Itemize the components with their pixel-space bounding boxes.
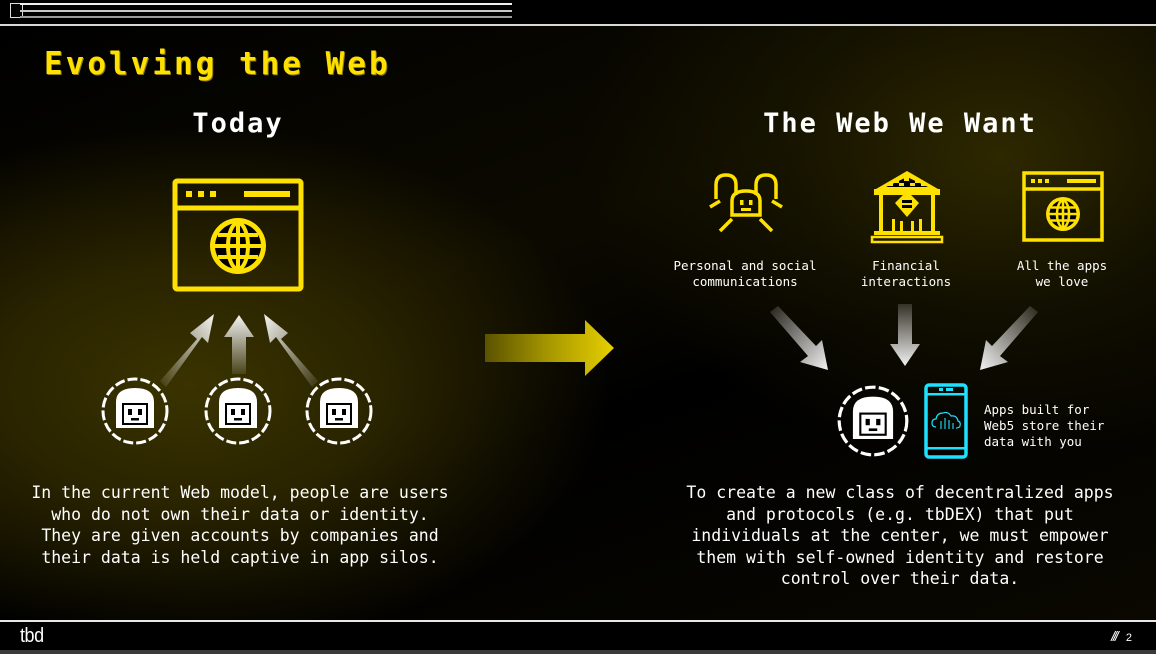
down-arrows (770, 304, 1038, 370)
arrow-down-icon (890, 304, 920, 366)
caption-social: Personal and social communications (660, 258, 830, 290)
caption-apps: All the apps we love (995, 258, 1129, 290)
caption-line: interactions (860, 274, 952, 289)
arrow-up-icon (224, 315, 254, 374)
caption-line: we love (1035, 274, 1089, 289)
slide-title: Evolving the Web (44, 46, 391, 82)
browser-globe-icon (1022, 171, 1104, 242)
top-bar (0, 0, 1156, 24)
slide: Evolving the Web Today The Web We Want P… (0, 26, 1156, 620)
slashes-icon: /// (1111, 628, 1119, 644)
today-heading: Today (192, 108, 284, 139)
phone-cloud-icon (924, 383, 968, 459)
caption-line: Apps built for (984, 402, 1090, 417)
caption-line: communications (692, 274, 798, 289)
future-heading: The Web We Want (763, 108, 1037, 139)
tbd-logo: tbd (20, 625, 44, 647)
page-number: 2 (1125, 632, 1132, 644)
caption-line: Financial (872, 258, 940, 273)
arrow-right-icon (485, 320, 614, 376)
browser-globe-icon (172, 178, 304, 292)
title-stripes (20, 0, 1156, 24)
caption-line: data with you (984, 434, 1082, 449)
caption-line: Personal and social (673, 258, 817, 273)
page-indicator: /// 2 (1111, 628, 1132, 644)
caption-line: Web5 store their (984, 418, 1105, 433)
bank-icon (870, 171, 944, 244)
footer: tbd /// 2 (0, 622, 1156, 650)
user-avatar-icon (837, 385, 909, 457)
footer-strip (0, 650, 1156, 654)
caption-line: All the apps (1016, 258, 1108, 273)
social-people-icon (709, 173, 783, 233)
user-avatar-icon (305, 377, 373, 445)
caption-financial: Financial interactions (836, 258, 976, 290)
today-description: In the current Web model, people are use… (31, 483, 449, 567)
arrow-down-right-icon (770, 306, 828, 370)
web5-caption: Apps built for Web5 store their data wit… (984, 402, 1104, 450)
arrow-down-left-icon (980, 306, 1038, 370)
user-avatar-icon (204, 377, 272, 445)
future-description: To create a new class of decentralized a… (686, 483, 1114, 588)
user-avatar-icon (101, 377, 169, 445)
